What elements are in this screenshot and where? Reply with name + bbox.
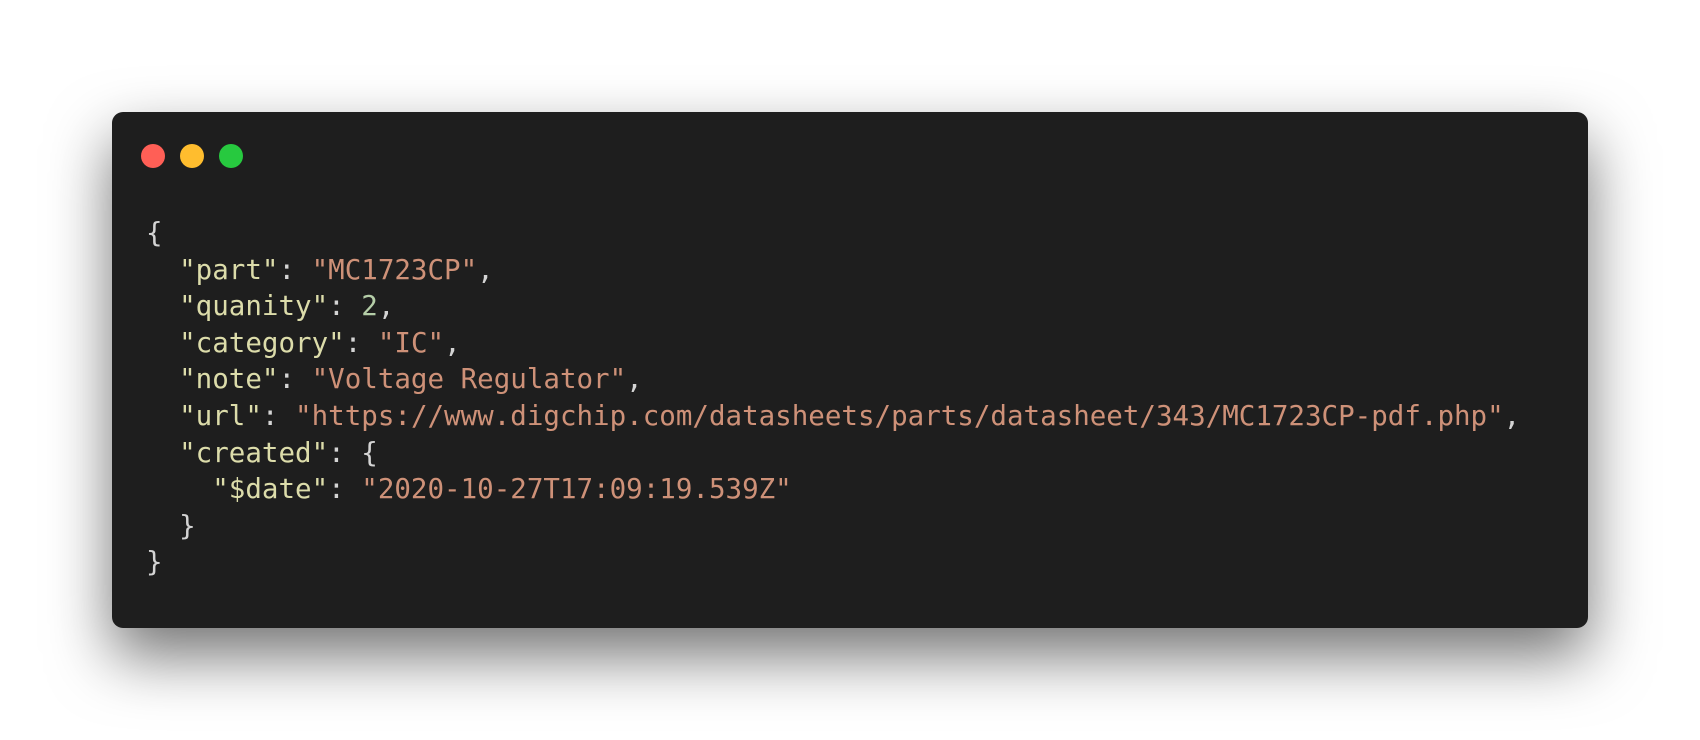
close-brace: } (146, 546, 163, 579)
code-line-created-close: } (146, 508, 1520, 545)
json-key-part: "part" (179, 253, 279, 286)
json-value-category: "IC" (377, 326, 445, 359)
json-key-url: "url" (179, 399, 262, 432)
code-line-date: "$date": "2020-10-27T17:09:19.539Z" (212, 473, 792, 506)
json-value-date: "2020-10-27T17:09:19.539Z" (361, 473, 792, 506)
code-line-note: "note": "Voltage Regulator", (179, 363, 643, 396)
json-key-category: "category" (179, 326, 345, 359)
zoom-icon[interactable] (219, 144, 243, 168)
open-brace: { (146, 217, 163, 249)
json-key-quanity: "quanity" (179, 290, 329, 323)
code-line-quanity: "quanity": 2, (179, 290, 395, 323)
code-line-category: "category": "IC", (179, 326, 461, 359)
json-key-created: "created" (179, 436, 329, 469)
json-key-note: "note" (179, 363, 279, 396)
minimize-icon[interactable] (180, 144, 204, 168)
json-key-date: "$date" (212, 473, 329, 506)
window-controls (141, 144, 243, 168)
json-value-quanity: 2 (361, 290, 378, 323)
json-value-part: "MC1723CP" (311, 253, 478, 286)
code-line-open: { (146, 215, 1520, 252)
created-open-brace: { (361, 436, 378, 469)
created-close-brace: } (179, 509, 196, 542)
json-value-url: "https://www.digchip.com/datasheets/part… (295, 399, 1504, 432)
code-line-close: } (146, 544, 1520, 581)
json-value-note: "Voltage Regulator" (311, 363, 627, 396)
json-code-block: { "part": "MC1723CP", "quanity": 2, "cat… (146, 215, 1520, 581)
close-icon[interactable] (141, 144, 165, 168)
code-line-url: "url": "https://www.digchip.com/datashee… (179, 399, 1521, 432)
code-window: { "part": "MC1723CP", "quanity": 2, "cat… (112, 112, 1588, 628)
code-line-created: "created": { (179, 436, 378, 469)
code-line-part: "part": "MC1723CP", (179, 253, 494, 286)
